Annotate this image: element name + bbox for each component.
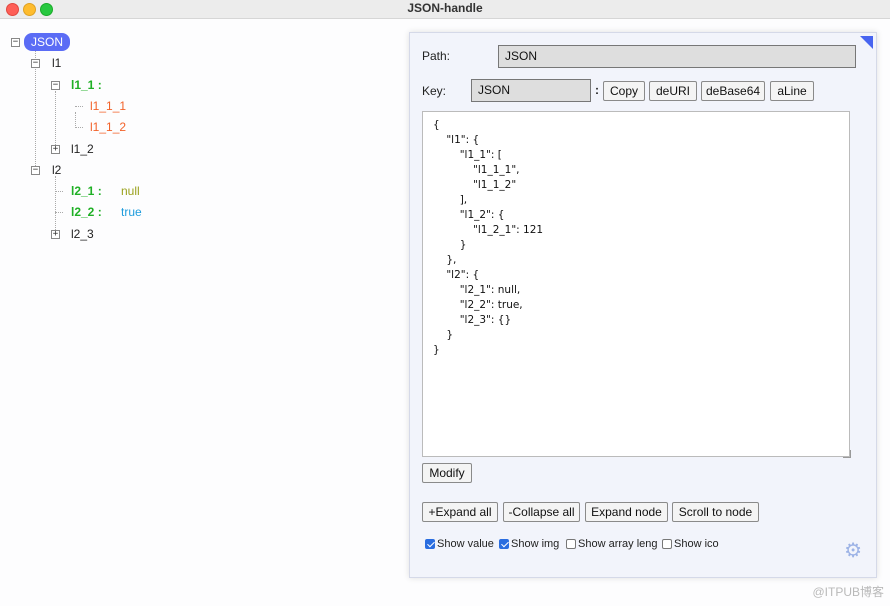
tree-connector bbox=[55, 212, 63, 213]
json-tree: − JSON − l1 − l1_1 : l1_1_1 l1_1_2 + l1_… bbox=[0, 20, 400, 280]
collapse-toggle-l1[interactable]: − bbox=[31, 59, 40, 68]
editor-resize-handle[interactable] bbox=[843, 450, 851, 458]
collapse-all-button[interactable]: -Collapse all bbox=[503, 502, 580, 522]
tree-node-l1-2[interactable]: l1_2 bbox=[71, 142, 94, 156]
expand-toggle-l2-3[interactable]: + bbox=[51, 230, 60, 239]
tree-connector bbox=[55, 191, 63, 192]
tree-connector bbox=[55, 176, 56, 234]
json-editor[interactable]: { "l1": { "l1_1": [ "l1_1_1", "l1_1_2" ]… bbox=[422, 111, 850, 457]
watermark: @ITPUB博客 bbox=[812, 585, 884, 599]
panel-corner-toggle[interactable] bbox=[860, 36, 873, 49]
tree-node-l1-1[interactable]: l1_1 : bbox=[71, 78, 102, 92]
collapse-toggle-l1-1[interactable]: − bbox=[51, 81, 60, 90]
show-array-leng-option[interactable]: Show array leng bbox=[566, 538, 658, 550]
key-field[interactable]: JSON bbox=[471, 79, 591, 102]
tree-connector bbox=[75, 112, 76, 128]
tree-connector bbox=[75, 106, 83, 107]
collapse-toggle-root[interactable]: − bbox=[11, 38, 20, 47]
tree-node-l2[interactable]: l2 bbox=[52, 163, 61, 177]
debase64-button[interactable]: deBase64 bbox=[701, 81, 765, 101]
expand-all-button[interactable]: +Expand all bbox=[422, 502, 498, 522]
show-ico-option[interactable]: Show ico bbox=[662, 538, 719, 550]
tree-node-l2-3[interactable]: l2_3 bbox=[71, 227, 94, 241]
tree-node-l1-1-1[interactable]: l1_1_1 bbox=[90, 99, 126, 113]
expand-toggle-l1-2[interactable]: + bbox=[51, 145, 60, 154]
show-ico-label: Show ico bbox=[674, 538, 719, 550]
expand-node-button[interactable]: Expand node bbox=[585, 502, 668, 522]
tree-node-l2-2-value: true bbox=[121, 205, 142, 219]
collapse-toggle-l2[interactable]: − bbox=[31, 166, 40, 175]
path-field[interactable]: JSON bbox=[498, 45, 856, 68]
gear-icon[interactable]: ⚙ bbox=[844, 538, 862, 563]
tree-node-l1-1-2[interactable]: l1_1_2 bbox=[90, 120, 126, 134]
tree-connector bbox=[55, 91, 56, 149]
show-ico-checkbox[interactable] bbox=[662, 539, 672, 549]
deuri-button[interactable]: deURI bbox=[649, 81, 697, 101]
show-value-option[interactable]: Show value bbox=[425, 538, 494, 550]
window-title: JSON-handle bbox=[407, 1, 483, 15]
tree-node-l2-2-key[interactable]: l2_2 : bbox=[71, 205, 102, 219]
tree-node-root[interactable]: JSON bbox=[24, 33, 71, 51]
tree-node-l2-1-key[interactable]: l2_1 : bbox=[71, 184, 102, 198]
tree-node-l1[interactable]: l1 bbox=[52, 56, 61, 70]
detail-panel: Path: JSON Key: JSON : Copy deURI deBase… bbox=[409, 32, 877, 578]
path-label: Path: bbox=[422, 49, 451, 63]
show-array-leng-label: Show array leng bbox=[578, 538, 658, 550]
show-img-checkbox[interactable] bbox=[499, 539, 509, 549]
show-value-checkbox[interactable] bbox=[425, 539, 435, 549]
tree-connector bbox=[75, 127, 83, 128]
copy-button[interactable]: Copy bbox=[603, 81, 645, 101]
key-separator: : bbox=[595, 83, 599, 97]
show-value-label: Show value bbox=[437, 538, 494, 550]
show-img-option[interactable]: Show img bbox=[499, 538, 559, 550]
show-array-leng-checkbox[interactable] bbox=[566, 539, 576, 549]
tree-node-l2-1-value: null bbox=[121, 184, 140, 198]
scroll-to-node-button[interactable]: Scroll to node bbox=[672, 502, 759, 522]
modify-button[interactable]: Modify bbox=[422, 463, 472, 483]
key-label: Key: bbox=[422, 84, 447, 98]
show-img-label: Show img bbox=[511, 538, 560, 550]
aline-button[interactable]: aLine bbox=[770, 81, 814, 101]
window-titlebar: JSON-handle bbox=[0, 0, 890, 19]
